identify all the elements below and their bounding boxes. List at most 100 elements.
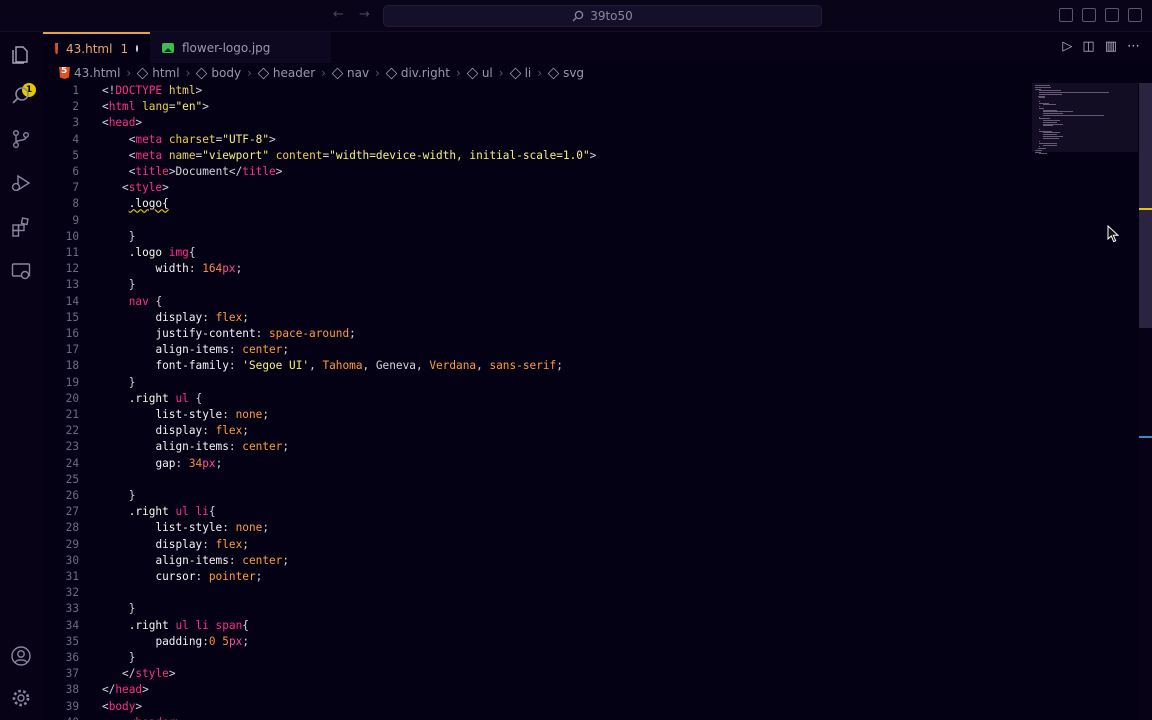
code-line[interactable]: 15 display: flex; [43,310,1023,326]
code-line[interactable]: 5 <meta name="viewport" content="width=d… [43,148,1023,164]
code-line[interactable]: 14 nav { [43,294,1023,310]
breadcrumb-item-ul[interactable]: ul [466,66,493,80]
code-line[interactable]: 27 .right ul li{ [43,504,1023,520]
explorer-icon[interactable] [10,44,32,66]
scrollbar-thumb[interactable] [1139,83,1152,328]
code-token: content [275,148,323,162]
code-token: > [135,116,143,130]
search-icon[interactable] [10,85,32,107]
code-line[interactable]: 7 <style> [43,180,1023,196]
element-icon [547,67,560,79]
code-line[interactable]: 34 .right ul li span{ [43,618,1023,634]
code-line[interactable]: 32 [43,585,1023,601]
title-bar: ← → 39to50 [0,0,1152,32]
extensions-icon[interactable] [10,216,32,238]
code-line[interactable]: 35 padding:0 5px; [43,634,1023,650]
code-line[interactable]: 8 .logo{ [43,196,1023,212]
toggle-sidebar-icon[interactable] [1059,8,1073,22]
code-line[interactable]: 33 } [43,601,1023,617]
split-editor-icon[interactable]: ▥ [1105,40,1117,54]
open-preview-icon[interactable]: ◫ [1082,40,1094,54]
code-line[interactable]: 40 <header> [43,715,1023,720]
code-line[interactable]: 26 } [43,488,1023,504]
code-line[interactable]: 38 </head> [43,682,1023,698]
code-line[interactable]: 17 align-items: center; [43,342,1023,358]
minimap-line [1043,125,1053,127]
code-token: "en" [175,100,203,114]
customize-layout-icon[interactable] [1128,8,1142,22]
breadcrumb-item-div-right[interactable]: div.right [385,66,450,80]
code-line[interactable]: 9 [43,213,1023,229]
code-token: < [102,132,136,146]
code-token: : [228,440,243,454]
code-line[interactable]: 19 } [43,375,1023,391]
breadcrumb-item-body[interactable]: body [196,66,241,80]
more-actions-icon[interactable]: ⋯ [1127,40,1140,54]
tab-43-html[interactable]: 43.html 1 [43,32,150,63]
breadcrumb-item-li[interactable]: li [509,66,531,80]
command-center-search[interactable]: 39to50 [383,5,822,27]
code-line[interactable]: 24 gap: 34px; [43,456,1023,472]
code-line[interactable]: 39 <body> [43,699,1023,715]
breadcrumb-item-file[interactable]: 43.html [59,66,120,80]
code-line[interactable]: 2 <html lang="en"> [43,99,1023,115]
arrow-left-icon[interactable]: ← [333,7,344,22]
code-line[interactable]: 31 cursor: pointer; [43,569,1023,585]
code-token: .logo{ [128,197,169,211]
breadcrumb-item-html[interactable]: html [136,66,180,80]
code-token: > [202,100,209,114]
code-line[interactable]: 23 align-items: center; [43,439,1023,455]
minimap[interactable] [1032,83,1138,203]
code-line[interactable]: 25 [43,472,1023,488]
code-line[interactable]: 22 display: flex; [43,423,1023,439]
account-icon[interactable] [10,645,32,667]
code-token: } [102,278,136,292]
code-line[interactable]: 4 <meta charset="UTF-8"> [43,132,1023,148]
code-token: : [188,262,203,276]
code-token: ; [282,343,290,357]
source-control-icon[interactable] [10,128,32,150]
vertical-scrollbar[interactable] [1139,83,1152,720]
code-editor[interactable]: 1 <!DOCTYPE html> 2 <html lang="en"> 3 <head>… [43,83,1138,720]
code-line[interactable]: 36 } [43,650,1023,666]
code-line[interactable]: 21 list-style: none; [43,407,1023,423]
code-line[interactable]: 18 font-family: 'Segoe UI', Tahoma, Gene… [43,358,1023,374]
code-line[interactable]: 37 </style> [43,666,1023,682]
code-line[interactable]: 1 <!DOCTYPE html> [43,83,1023,99]
code-token: display [155,310,203,324]
html5-file-icon [59,67,70,79]
code-line[interactable]: 29 display: flex; [43,537,1023,553]
code-line[interactable]: 6 <title>Document</title> [43,164,1023,180]
breadcrumb-item-svg[interactable]: svg [547,66,584,80]
tab-flower-logo-jpg[interactable]: flower-logo.jpg [150,32,331,63]
breadcrumb-item-nav[interactable]: nav [331,66,369,80]
line-code: <title>Document</title> [102,164,283,180]
breadcrumb-item-header[interactable]: header [257,66,315,80]
code-line[interactable]: 16 justify-content: space-around; [43,326,1023,342]
code-line[interactable]: 10 } [43,229,1023,245]
code-token: cursor [155,570,196,583]
run-icon[interactable]: ▷ [1062,40,1072,54]
code-token: < [102,699,109,713]
remote-explorer-icon[interactable] [10,260,32,282]
code-token: ; [349,327,356,340]
code-line[interactable]: 3 <head> [43,115,1023,131]
unsaved-dot-icon[interactable] [136,45,138,52]
code-line[interactable]: 20 .right ul { [43,391,1023,407]
code-line[interactable]: 12 width: 164px; [43,261,1023,277]
code-token: <! [102,84,116,97]
toggle-panel-icon[interactable] [1082,8,1096,22]
code-line[interactable]: 11 .logo img{ [43,245,1023,261]
code-line[interactable]: 13 } [43,277,1023,293]
code-token: : [195,570,209,583]
toggle-secondary-sidebar-icon[interactable] [1105,8,1119,22]
code-line[interactable]: 30 align-items: center; [43,553,1023,569]
line-code: .logo img{ [102,245,196,261]
arrow-right-icon[interactable]: → [359,7,370,22]
settings-gear-icon[interactable] [10,687,32,709]
code-line[interactable]: 28 list-style: none; [43,520,1023,536]
code-token: name [168,148,196,162]
run-debug-icon[interactable] [10,172,32,194]
